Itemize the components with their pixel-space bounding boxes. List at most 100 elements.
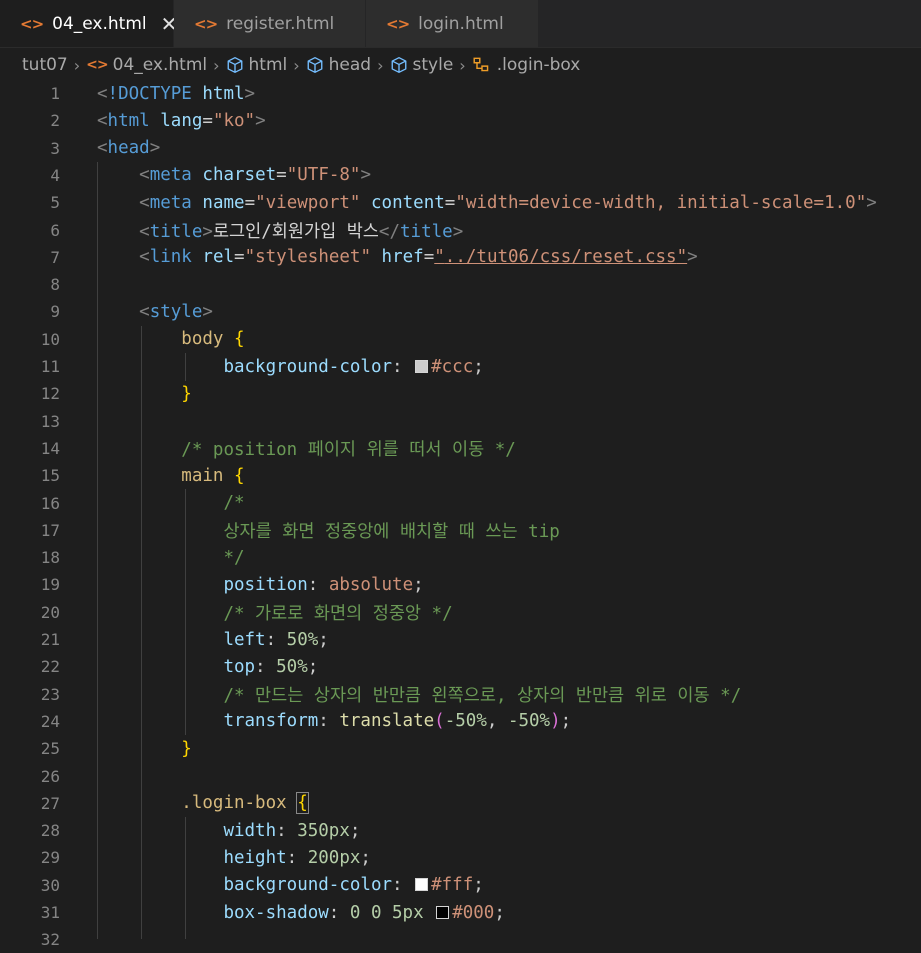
line-number: 26 bbox=[40, 766, 60, 786]
line-number: 4 bbox=[50, 165, 60, 185]
line-content: height: 200px; bbox=[223, 847, 371, 868]
code-line: 6 <title>로그인/회원가입 박스</title> bbox=[0, 217, 921, 244]
line-content: <html lang="ko"> bbox=[97, 110, 266, 131]
color-swatch[interactable] bbox=[415, 359, 429, 373]
tab-04-ex-html[interactable]: <> 04_ex.html ✕ bbox=[0, 0, 177, 47]
code-line: 22 top: 50%; bbox=[0, 653, 921, 680]
line-content: /* 만드는 상자의 반만큼 왼쪽으로, 상자의 반만큼 위로 이동 */ bbox=[223, 685, 742, 706]
breadcrumb-item-file[interactable]: <> 04_ex.html bbox=[86, 55, 207, 75]
breadcrumb-item-login-box[interactable]: .login-box bbox=[472, 55, 580, 75]
code-line: 27 .login-box { bbox=[0, 790, 921, 817]
code-line: 11 background-color: #ccc; bbox=[0, 353, 921, 380]
breadcrumb-separator: › bbox=[213, 55, 220, 75]
color-swatch[interactable] bbox=[415, 878, 429, 892]
line-number: 11 bbox=[40, 357, 60, 376]
line-number: 23 bbox=[40, 684, 60, 704]
line-content: <!DOCTYPE html> bbox=[97, 83, 256, 104]
line-number: 22 bbox=[40, 657, 60, 677]
line-number: 16 bbox=[40, 493, 60, 513]
code-line: 9 <style> bbox=[0, 298, 921, 325]
line-content: top: 50%; bbox=[223, 656, 319, 677]
href-link[interactable]: "../tut06/css/reset.css" bbox=[434, 247, 687, 267]
line-content: transform: translate(-50%, -50%); bbox=[223, 711, 572, 732]
code-line: 32 bbox=[0, 926, 921, 953]
line-number: 17 bbox=[40, 520, 60, 540]
code-line: 21 left: 50%; bbox=[0, 626, 921, 653]
line-number: 13 bbox=[40, 411, 60, 431]
tab-register-html[interactable]: <> register.html bbox=[174, 0, 366, 47]
code-line: 5 <meta name="viewport" content="width=d… bbox=[0, 189, 921, 216]
line-number: 14 bbox=[40, 438, 60, 458]
code-line: 30 background-color: #fff; bbox=[0, 872, 921, 899]
breadcrumb-item-html[interactable]: html bbox=[226, 55, 287, 75]
line-number: 2 bbox=[50, 111, 60, 131]
breadcrumb-item-folder[interactable]: tut07 bbox=[22, 55, 68, 75]
line-content: } bbox=[181, 383, 192, 404]
code-line: 13 bbox=[0, 408, 921, 435]
line-number: 25 bbox=[40, 739, 60, 759]
tab-login-html[interactable]: <> login.html bbox=[366, 0, 539, 47]
code-line: 14 /* position 페이지 위를 떠서 이동 */ bbox=[0, 435, 921, 462]
code-line: 28 width: 350px; bbox=[0, 817, 921, 844]
css-selector-icon bbox=[472, 56, 492, 74]
tab-label: 04_ex.html bbox=[52, 13, 147, 34]
line-number: 20 bbox=[40, 602, 60, 622]
breadcrumb-item-head[interactable]: head bbox=[306, 55, 371, 75]
line-content: width: 350px; bbox=[223, 820, 361, 841]
code-line: 2 <html lang="ko"> bbox=[0, 107, 921, 134]
html-file-icon: <> bbox=[20, 14, 44, 33]
code-line: 24 transform: translate(-50%, -50%); bbox=[0, 708, 921, 735]
code-editor[interactable]: 1 <!DOCTYPE html> 2 <html lang="ko"> 3 <… bbox=[0, 80, 921, 950]
cube-icon bbox=[306, 56, 324, 74]
line-number: 27 bbox=[40, 793, 60, 813]
html-file-icon: <> bbox=[194, 14, 218, 33]
breadcrumb-separator: › bbox=[293, 55, 300, 75]
line-content: } bbox=[181, 738, 192, 759]
code-line: 7 <link rel="stylesheet" href="../tut06/… bbox=[0, 244, 921, 271]
code-line: 20 /* 가로로 화면의 정중앙 */ bbox=[0, 599, 921, 626]
code-line: 16 /* bbox=[0, 490, 921, 517]
line-content: left: 50%; bbox=[223, 629, 329, 650]
line-content: body { bbox=[181, 329, 245, 350]
line-number: 18 bbox=[40, 548, 60, 568]
breadcrumb-separator: › bbox=[377, 55, 384, 75]
code-line: 31 box-shadow: 0 0 5px #000; bbox=[0, 899, 921, 926]
cube-icon bbox=[390, 56, 408, 74]
line-content: */ bbox=[223, 547, 245, 568]
line-content: <title>로그인/회원가입 박스</title> bbox=[139, 221, 464, 242]
code-line: 10 body { bbox=[0, 326, 921, 353]
code-line: 15 main { bbox=[0, 462, 921, 489]
tab-label: login.html bbox=[418, 13, 504, 34]
line-number: 6 bbox=[50, 220, 60, 240]
code-line: 25 } bbox=[0, 735, 921, 762]
line-number: 30 bbox=[40, 875, 60, 895]
breadcrumb-separator: › bbox=[73, 55, 81, 75]
line-number: 28 bbox=[40, 821, 60, 841]
breadcrumb-item-style[interactable]: style bbox=[390, 55, 453, 75]
line-content: <meta charset="UTF-8"> bbox=[139, 165, 372, 186]
line-number: 29 bbox=[40, 848, 60, 868]
line-content: box-shadow: 0 0 5px #000; bbox=[223, 902, 505, 923]
code-line: 29 height: 200px; bbox=[0, 844, 921, 871]
line-content: <style> bbox=[139, 301, 213, 322]
line-content: <meta name="viewport" content="width=dev… bbox=[139, 192, 877, 213]
code-line: 17 상자를 화면 정중앙에 배치할 때 쓰는 tip bbox=[0, 517, 921, 544]
color-swatch[interactable] bbox=[436, 905, 450, 919]
line-content: /* bbox=[223, 493, 245, 513]
code-line: 12 } bbox=[0, 380, 921, 407]
code-line: 4 <meta charset="UTF-8"> bbox=[0, 162, 921, 189]
line-content: position: absolute; bbox=[223, 574, 424, 595]
code-line: 18 */ bbox=[0, 544, 921, 571]
code-line: 3 <head> bbox=[0, 135, 921, 162]
tab-label: register.html bbox=[226, 13, 335, 34]
line-number: 21 bbox=[40, 630, 60, 649]
code-line: 1 <!DOCTYPE html> bbox=[0, 80, 921, 107]
line-number: 12 bbox=[40, 384, 60, 404]
line-number: 9 bbox=[50, 302, 60, 322]
line-content: /* 가로로 화면의 정중앙 */ bbox=[223, 603, 453, 624]
line-content: <head> bbox=[97, 138, 161, 159]
code-line: 23 /* 만드는 상자의 반만큼 왼쪽으로, 상자의 반만큼 위로 이동 */ bbox=[0, 681, 921, 708]
line-number: 19 bbox=[40, 575, 60, 595]
line-number: 7 bbox=[50, 247, 60, 267]
editor-tab-bar: <> 04_ex.html ✕ <> register.html <> logi… bbox=[0, 0, 921, 48]
